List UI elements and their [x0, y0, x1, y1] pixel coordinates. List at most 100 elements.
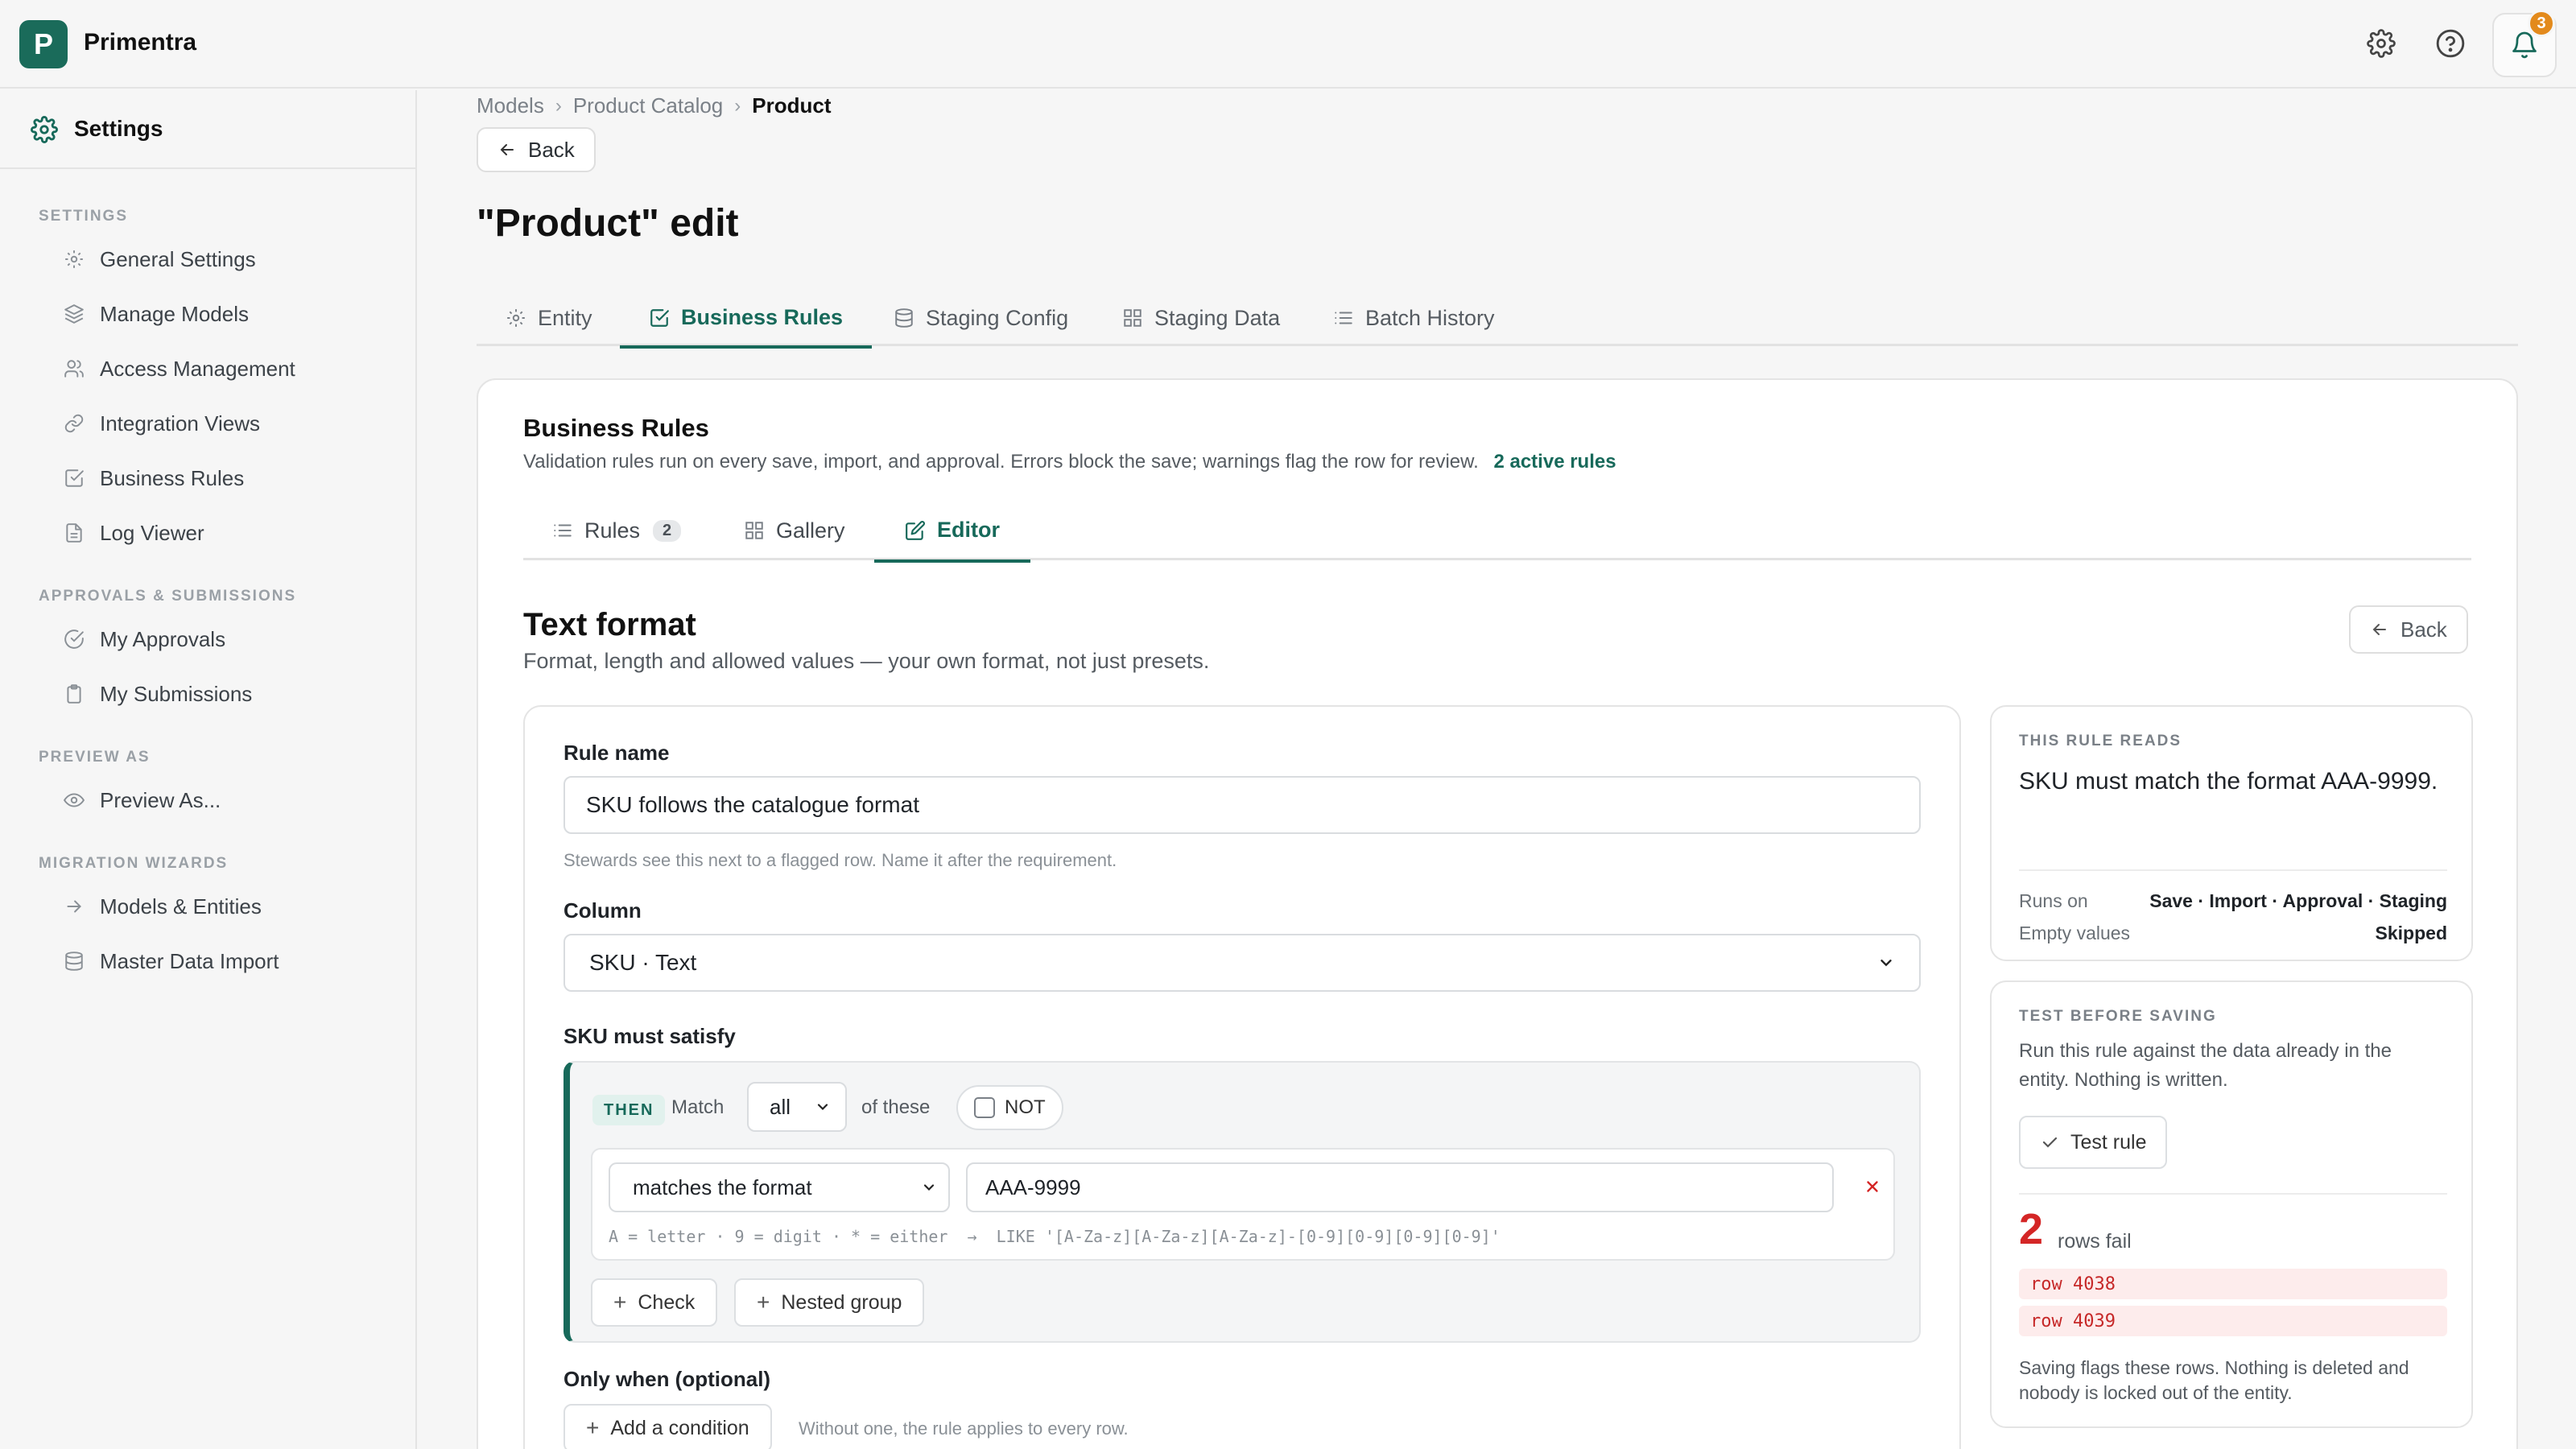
page-title: "Product" edit — [477, 202, 739, 245]
tab-business-rules[interactable]: Business Rules — [620, 290, 873, 349]
back-button[interactable]: Back — [477, 127, 596, 172]
breadcrumb-product-catalog[interactable]: Product Catalog — [573, 93, 723, 118]
sidebar-section-migration-wizards: MIGRATION WIZARDS — [39, 855, 229, 872]
sidebar-item-label: Preview As... — [100, 787, 221, 812]
subtab-rules[interactable]: Rules 2 — [552, 501, 682, 560]
not-checkbox[interactable]: NOT — [956, 1085, 1063, 1130]
add-nested-group-button[interactable]: + Nested group — [734, 1278, 925, 1327]
arrow-left-icon — [2370, 620, 2401, 639]
breadcrumb-models[interactable]: Models — [477, 93, 544, 118]
condition-group: THEN Match all of these NOT matches the … — [564, 1061, 1921, 1343]
operator-select[interactable]: matches the format — [609, 1162, 950, 1212]
rule-name-input[interactable]: SKU follows the catalogue format — [564, 776, 1921, 834]
sidebar-item-manage-models[interactable]: Manage Models — [61, 296, 249, 332]
failed-row-item[interactable]: row 4038 — [2019, 1269, 2447, 1299]
sidebar-item-access-management[interactable]: Access Management — [61, 351, 295, 386]
tab-staging-config[interactable]: Staging Config — [894, 290, 1068, 346]
rule-name-label: Rule name — [564, 741, 670, 765]
editor-title: Text format — [523, 607, 696, 642]
tab-entity[interactable]: Entity — [506, 290, 592, 346]
check-icon — [2040, 1133, 2070, 1152]
settings-gear-icon[interactable] — [2363, 26, 2399, 61]
add-check-button[interactable]: + Check — [591, 1278, 718, 1327]
sidebar-item-my-submissions[interactable]: My Submissions — [61, 676, 252, 712]
rule-reads-panel: THIS RULE READS SKU must match the forma… — [1990, 705, 2473, 961]
layers-icon — [61, 301, 87, 327]
add-condition-button[interactable]: + Add a condition — [564, 1404, 772, 1449]
column-value: SKU · Text — [589, 950, 697, 975]
clipboard-icon — [61, 681, 87, 707]
check-square-icon — [649, 308, 681, 328]
match-value: all — [770, 1094, 791, 1119]
active-rules-link[interactable]: 2 active rules — [1493, 451, 1616, 473]
remove-condition-icon[interactable] — [1858, 1172, 1887, 1201]
test-description: Run this rule against the data already i… — [2019, 1040, 2392, 1091]
sidebar-item-log-viewer[interactable]: Log Viewer — [61, 515, 204, 551]
chevron-down-icon — [921, 1179, 937, 1195]
grid-icon — [1122, 308, 1154, 328]
editor-back-button[interactable]: Back — [2349, 605, 2468, 654]
subtab-editor[interactable]: Editor — [874, 501, 1030, 563]
rule-reads-text: SKU must match the format AAA-9999. — [2019, 768, 2438, 795]
subtab-label: Rules — [584, 518, 641, 543]
sidebar-section-preview-as: PREVIEW AS — [39, 749, 151, 766]
rules-count-badge: 2 — [653, 519, 682, 542]
empty-values-row: Empty values Skipped — [2019, 923, 2447, 944]
app-logo[interactable]: P — [19, 20, 68, 68]
sidebar-item-preview-as[interactable]: Preview As... — [61, 782, 221, 818]
gear-icon — [61, 246, 87, 272]
tab-label: Batch History — [1365, 305, 1495, 330]
sidebar-item-label: My Submissions — [100, 681, 253, 706]
arrow-left-icon — [497, 140, 528, 159]
sidebar-item-label: Models & Entities — [100, 894, 262, 919]
edit-icon — [905, 520, 937, 541]
sidebar: Settings SETTINGS General Settings Manag… — [0, 90, 417, 1449]
sidebar-header: Settings — [0, 90, 415, 169]
sidebar-item-label: Master Data Import — [100, 948, 279, 973]
subtab-label: Editor — [937, 518, 1000, 542]
plus-icon: + — [586, 1415, 600, 1440]
sidebar-item-my-approvals[interactable]: My Approvals — [61, 621, 225, 657]
link-icon — [61, 411, 87, 436]
test-rule-button[interactable]: Test rule — [2019, 1116, 2168, 1169]
sidebar-item-label: Log Viewer — [100, 520, 204, 545]
breadcrumb: Models › Product Catalog › Product — [477, 93, 832, 118]
rule-name-hint: Stewards see this next to a flagged row.… — [564, 850, 1117, 870]
sidebar-item-models-entities[interactable]: Models & Entities — [61, 889, 262, 924]
format-input[interactable]: AAA-9999 — [966, 1162, 1834, 1212]
nested-group-label: Nested group — [781, 1290, 902, 1314]
list-icon — [1333, 308, 1365, 328]
notification-badge: 3 — [2528, 10, 2555, 37]
help-icon[interactable] — [2433, 26, 2468, 61]
tab-batch-history[interactable]: Batch History — [1333, 290, 1495, 346]
of-these-label: of these — [861, 1096, 931, 1118]
sidebar-item-master-data-import[interactable]: Master Data Import — [61, 943, 279, 979]
failed-row-item[interactable]: row 4039 — [2019, 1306, 2447, 1336]
chevron-right-icon: › — [555, 94, 562, 117]
add-check-label: Check — [638, 1290, 696, 1314]
condition-row: matches the format AAA-9999 A = letter ·… — [591, 1148, 1895, 1261]
sub-tabs: Rules 2 Gallery Editor — [523, 501, 2471, 563]
match-label: Match — [671, 1096, 724, 1118]
sidebar-item-general-settings[interactable]: General Settings — [61, 242, 256, 277]
then-badge: THEN — [592, 1095, 666, 1125]
subtab-gallery[interactable]: Gallery — [744, 501, 845, 560]
tab-label: Business Rules — [681, 305, 844, 329]
format-value: AAA-9999 — [985, 1174, 1081, 1199]
sidebar-item-integration-views[interactable]: Integration Views — [61, 406, 260, 441]
tab-label: Staging Data — [1154, 305, 1281, 330]
check-square-icon — [61, 465, 87, 491]
plus-icon: + — [757, 1290, 770, 1315]
checkbox-box — [974, 1097, 995, 1118]
database-icon — [894, 308, 926, 328]
sidebar-item-business-rules[interactable]: Business Rules — [61, 460, 244, 496]
tab-staging-data[interactable]: Staging Data — [1122, 290, 1280, 346]
match-select[interactable]: all — [747, 1082, 847, 1132]
users-icon — [61, 356, 87, 382]
grid-icon — [744, 520, 776, 541]
tab-label: Staging Config — [926, 305, 1069, 330]
add-condition-hint: Without one, the rule applies to every r… — [799, 1418, 1129, 1439]
column-select[interactable]: SKU · Text — [564, 934, 1921, 992]
back-label: Back — [528, 137, 575, 162]
empty-values-label: Empty values — [2019, 923, 2131, 943]
